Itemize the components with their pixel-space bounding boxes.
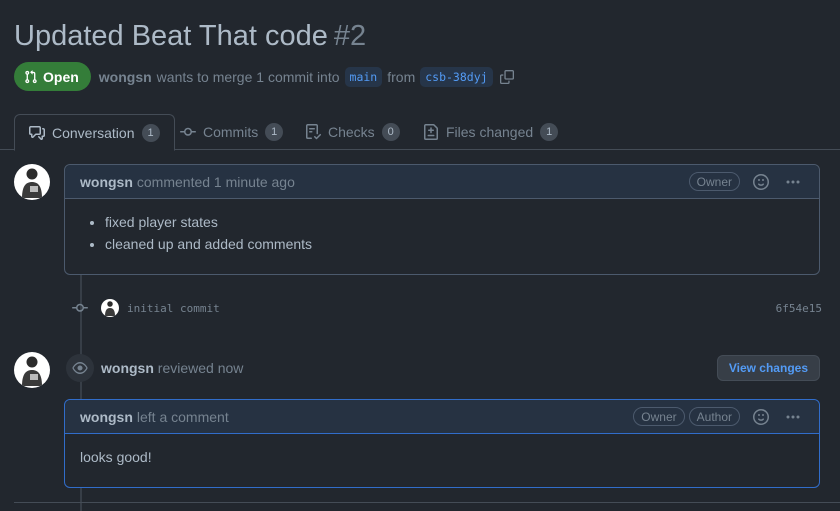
tab-checks[interactable]: Checks 0 [305, 114, 400, 150]
tab-files-changed-count: 1 [540, 123, 559, 141]
comment-box: wongsn commented 1 minute ago Owner fixe… [64, 164, 820, 275]
commit-avatar[interactable] [101, 299, 119, 317]
smiley-icon[interactable] [750, 171, 772, 193]
comment-header-actions: Owner [688, 171, 804, 193]
comment-action: left a comment [136, 408, 229, 425]
copy-icon[interactable] [499, 69, 514, 84]
tab-commits[interactable]: Commits 1 [180, 114, 284, 150]
owner-label: Owner [633, 407, 685, 426]
from-text: from [387, 68, 416, 85]
merge-description: wongsn wants to merge 1 commit into main… [99, 66, 514, 87]
tab-conversation-count: 1 [141, 123, 160, 142]
smiley-icon[interactable] [750, 406, 772, 428]
state-label: Open [43, 68, 79, 85]
divider [14, 502, 840, 503]
review-event: wongsn reviewed now View changes [66, 353, 820, 383]
tab-files-changed-label: Files changed [446, 124, 534, 140]
tab-checks-count: 0 [381, 123, 400, 141]
pr-meta: Open wongsn wants to merge 1 commit into… [14, 62, 514, 91]
tab-conversation-label: Conversation [52, 124, 135, 141]
owner-label: Owner [688, 172, 740, 191]
state-badge: Open [14, 62, 91, 91]
tab-conversation[interactable]: Conversation 1 [14, 114, 175, 151]
review-summary: wongsn reviewed now [101, 360, 243, 376]
head-branch[interactable]: csb-38dyj [420, 66, 493, 87]
avatar[interactable] [14, 164, 50, 200]
pr-title: Updated Beat That code #2 [14, 20, 366, 53]
comment-timestamp[interactable]: commented 1 minute ago [137, 174, 295, 190]
pr-tabs: Conversation 1 Commits 1 Checks 0 Files … [0, 114, 840, 151]
tab-files-changed[interactable]: Files changed 1 [423, 114, 559, 150]
comment-author[interactable]: wongsn [80, 174, 133, 190]
commit-sha[interactable]: 6f54e15 [776, 302, 822, 315]
git-pull-request-icon [25, 69, 37, 83]
checklist-icon [306, 124, 321, 140]
commit-message[interactable]: initial commit [127, 302, 220, 315]
comment-author[interactable]: wongsn [80, 409, 133, 425]
eye-icon [66, 354, 94, 382]
tab-checks-label: Checks [328, 124, 375, 140]
base-branch[interactable]: main [344, 66, 383, 87]
tab-commits-count: 1 [265, 123, 284, 141]
pr-author-link[interactable]: wongsn [99, 69, 152, 85]
file-diff-icon [424, 124, 438, 140]
avatar[interactable] [14, 352, 50, 388]
review-author[interactable]: wongsn [101, 360, 154, 376]
comment-discussion-icon [29, 125, 45, 140]
comment-body: looks good! [80, 449, 152, 465]
comment-header: wongsn left a comment Owner Author [65, 400, 819, 434]
pr-number: #2 [333, 20, 367, 52]
comment-body: fixed player states cleaned up and added… [65, 199, 819, 255]
list-item: fixed player states [105, 211, 819, 233]
kebab-horizontal-icon[interactable] [782, 171, 804, 193]
kebab-horizontal-icon[interactable] [782, 406, 804, 428]
git-commit-icon [180, 127, 196, 136]
comment-header-actions: Owner Author [633, 406, 804, 428]
author-label: Author [688, 407, 740, 426]
comment-header: wongsn commented 1 minute ago Owner [65, 165, 819, 199]
view-changes-button[interactable]: View changes [716, 355, 820, 381]
review-comment-box: wongsn left a comment Owner Author looks… [64, 399, 820, 488]
commit-row: initial commit 6f54e15 [72, 298, 822, 318]
merge-text: wants to merge 1 commit into [156, 68, 340, 85]
tab-commits-label: Commits [203, 124, 259, 140]
list-item: cleaned up and added comments [105, 233, 819, 255]
review-timestamp[interactable]: reviewed now [158, 360, 244, 376]
pr-title-text: Updated Beat That code [14, 20, 328, 52]
git-commit-icon [72, 303, 88, 312]
